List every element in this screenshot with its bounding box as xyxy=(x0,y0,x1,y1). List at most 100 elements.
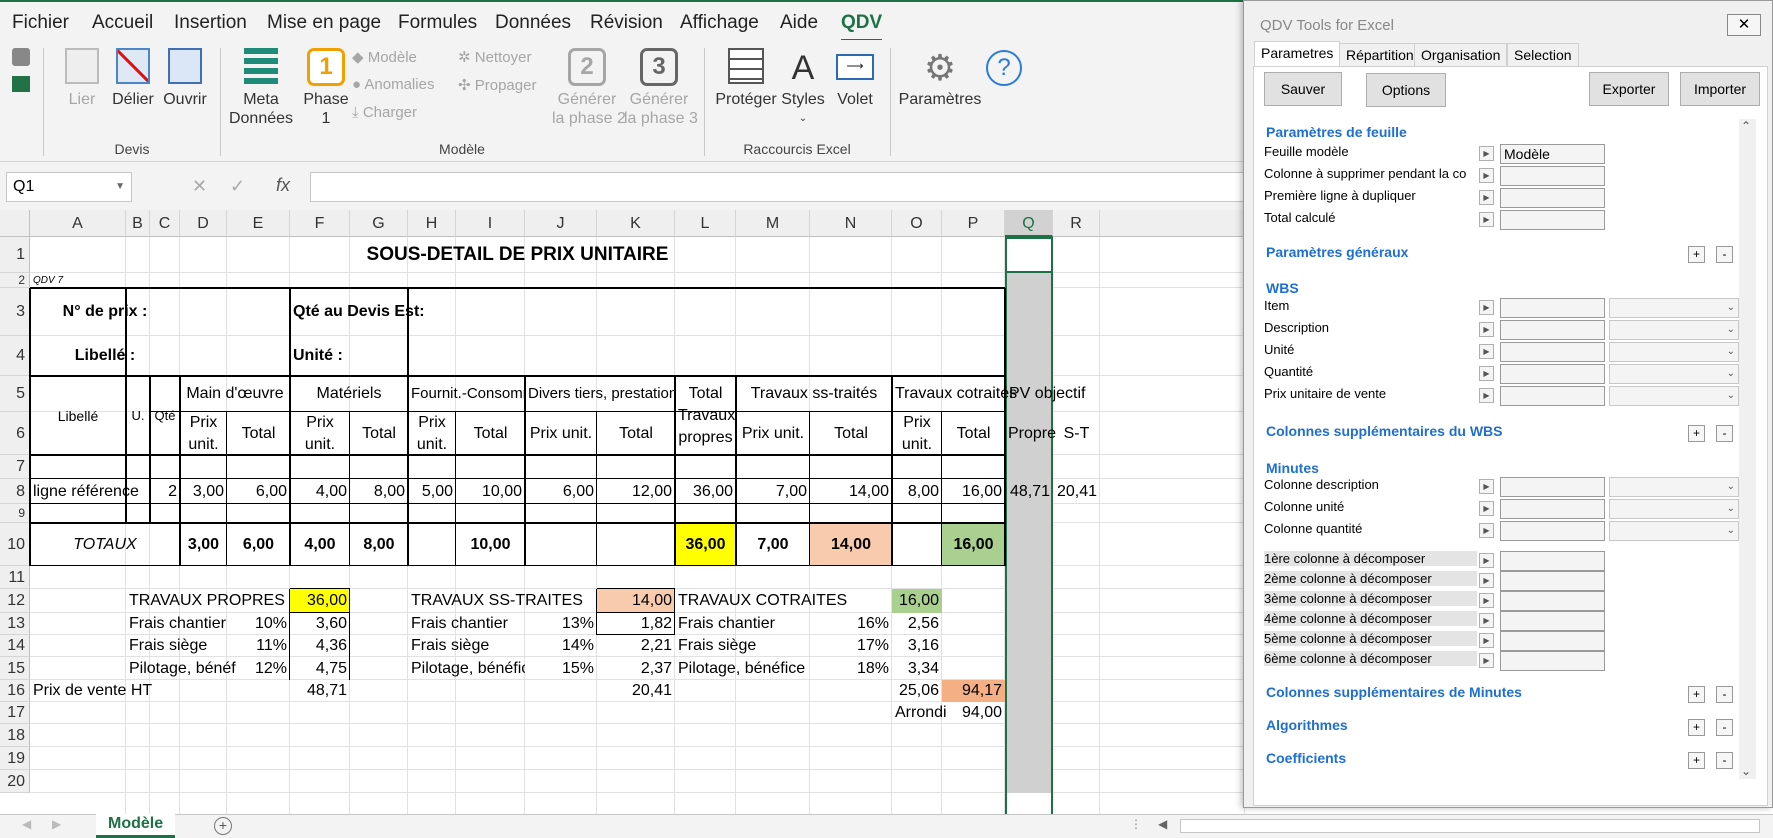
menu-donnees[interactable]: Données xyxy=(495,12,571,34)
column-header[interactable]: G xyxy=(350,210,408,237)
nettoyer-button[interactable]: ✲ Nettoyer xyxy=(458,48,531,66)
column-header[interactable]: M xyxy=(736,210,810,237)
row-header[interactable]: 17 xyxy=(0,702,30,724)
field-dropdown[interactable]: ⌄ xyxy=(1609,521,1739,541)
row-header[interactable]: 14 xyxy=(0,635,30,657)
column-header[interactable]: N xyxy=(810,210,892,237)
active-cell[interactable] xyxy=(1005,237,1053,273)
col-supprimer-field[interactable] xyxy=(1500,166,1605,186)
charger-button[interactable]: ⤓ Charger xyxy=(352,104,417,121)
row-header[interactable]: 4 xyxy=(0,336,30,376)
feuille-modele-field[interactable]: Modèle xyxy=(1500,144,1605,164)
field-dropdown[interactable]: ⌄ xyxy=(1609,298,1739,318)
column-header[interactable]: O xyxy=(892,210,942,237)
section-algorithmes[interactable]: Algorithmes xyxy=(1266,717,1348,733)
expand-icon[interactable]: ▶ xyxy=(1479,573,1494,588)
column-header[interactable]: J xyxy=(525,210,597,237)
section-parametres-feuille[interactable]: Paramètres de feuille xyxy=(1266,124,1407,140)
tab-organisation[interactable]: Organisation xyxy=(1414,43,1508,67)
plus-icon[interactable]: + xyxy=(1688,246,1705,263)
confirm-icon[interactable]: ✓ xyxy=(230,176,245,197)
tab-repartition[interactable]: Répartition xyxy=(1339,43,1421,67)
row-header[interactable]: 9 xyxy=(0,504,30,523)
row-header[interactable]: 16 xyxy=(0,680,30,702)
row-header[interactable]: 8 xyxy=(0,479,30,504)
expand-icon[interactable]: ▶ xyxy=(1479,553,1494,568)
prev-sheet-icon[interactable]: ◀ xyxy=(22,817,31,831)
row-header[interactable]: 3 xyxy=(0,288,30,336)
row-header[interactable]: 7 xyxy=(0,455,30,479)
menu-affichage[interactable]: Affichage xyxy=(680,12,759,34)
row-header[interactable]: 11 xyxy=(0,566,30,589)
row-header[interactable]: 20 xyxy=(0,770,30,793)
column-header[interactable]: D xyxy=(180,210,227,237)
row-header[interactable]: 2 xyxy=(0,273,30,288)
next-sheet-icon[interactable]: ▶ xyxy=(52,817,61,831)
row-header[interactable]: 12 xyxy=(0,589,30,613)
field-dropdown[interactable]: ⌄ xyxy=(1609,342,1739,362)
minus-icon[interactable]: - xyxy=(1716,246,1733,263)
phase1-button[interactable]: 1 Phase 1 xyxy=(298,48,354,128)
exporter-button[interactable]: Exporter xyxy=(1589,72,1669,106)
field-dropdown[interactable]: ⌄ xyxy=(1609,364,1739,384)
expand-icon[interactable]: ▶ xyxy=(1479,168,1494,183)
sauver-button[interactable]: Sauver xyxy=(1264,72,1342,106)
field-input[interactable] xyxy=(1500,651,1605,671)
menu-mise-en-page[interactable]: Mise en page xyxy=(267,12,381,34)
cube-icon[interactable] xyxy=(12,48,30,66)
field-input[interactable] xyxy=(1500,386,1605,406)
volet-button[interactable]: ⟶ Volet xyxy=(830,48,880,109)
column-header[interactable]: K xyxy=(597,210,675,237)
modele-button[interactable]: ◆ Modèle xyxy=(352,48,417,66)
menu-insertion[interactable]: Insertion xyxy=(174,12,247,34)
expand-icon[interactable]: ▶ xyxy=(1479,388,1494,403)
generer-phase3-button[interactable]: 3 Générer la phase 3 xyxy=(624,48,698,128)
field-input[interactable] xyxy=(1500,320,1605,340)
section-col-minutes[interactable]: Colonnes supplémentaires de Minutes xyxy=(1266,684,1522,700)
field-dropdown[interactable]: ⌄ xyxy=(1609,477,1739,497)
expand-icon[interactable]: ▶ xyxy=(1479,146,1494,161)
help-icon[interactable]: ? xyxy=(986,50,1022,86)
field-input[interactable] xyxy=(1500,611,1605,631)
minus-icon[interactable]: - xyxy=(1716,686,1733,703)
close-icon[interactable]: ✕ xyxy=(1727,14,1761,36)
column-header[interactable]: I xyxy=(456,210,525,237)
scroll-up-icon[interactable]: ⌃ xyxy=(1741,119,1751,133)
expand-icon[interactable]: ▶ xyxy=(1479,613,1494,628)
parametres-button[interactable]: ⚙ Paramètres xyxy=(896,48,984,109)
spreadsheet-grid[interactable]: A B C D E F G H I J K L M N O P Q R 1 2 3 4 5 6 7 8 9 10 11 12 13 14 15 1… xyxy=(0,210,1245,818)
proteger-button[interactable]: Protéger xyxy=(714,48,778,109)
tab-parametres[interactable]: Parametres xyxy=(1254,41,1341,67)
ouvrir-button[interactable]: Ouvrir xyxy=(162,48,208,109)
select-all-corner[interactable] xyxy=(0,210,30,237)
section-wbs[interactable]: WBS xyxy=(1266,280,1299,296)
expand-icon[interactable]: ▶ xyxy=(1479,322,1494,337)
field-input[interactable] xyxy=(1500,631,1605,651)
expand-icon[interactable]: ▶ xyxy=(1479,300,1494,315)
importer-button[interactable]: Importer xyxy=(1680,72,1760,106)
row-header[interactable]: 13 xyxy=(0,613,30,635)
propager-button[interactable]: ✣ Propager xyxy=(458,76,536,94)
tab-selection[interactable]: Selection xyxy=(1507,43,1579,67)
expand-icon[interactable]: ▶ xyxy=(1479,344,1494,359)
field-input[interactable] xyxy=(1500,591,1605,611)
minus-icon[interactable]: - xyxy=(1716,719,1733,736)
menu-formules[interactable]: Formules xyxy=(398,12,477,34)
section-col-wbs[interactable]: Colonnes supplémentaires du WBS xyxy=(1266,423,1502,439)
sheet-tab-modele[interactable]: Modèle xyxy=(96,814,176,838)
expand-icon[interactable]: ▶ xyxy=(1479,190,1494,205)
field-input[interactable] xyxy=(1500,364,1605,384)
total-calcule-field[interactable] xyxy=(1500,210,1605,230)
styles-button[interactable]: A Styles ⌄ xyxy=(780,48,826,128)
minus-icon[interactable]: - xyxy=(1716,425,1733,442)
premiere-ligne-field[interactable] xyxy=(1500,188,1605,208)
cancel-icon[interactable]: ✕ xyxy=(192,176,207,197)
column-header[interactable] xyxy=(1100,210,1245,237)
field-dropdown[interactable]: ⌄ xyxy=(1609,386,1739,406)
scroll-left-icon[interactable]: ◀ xyxy=(1158,817,1167,831)
formula-input[interactable] xyxy=(310,172,1248,202)
field-dropdown[interactable]: ⌄ xyxy=(1609,320,1739,340)
expand-icon[interactable]: ▶ xyxy=(1479,593,1494,608)
expand-icon[interactable]: ▶ xyxy=(1479,653,1494,668)
name-box[interactable]: Q1 ▼ xyxy=(6,172,132,202)
